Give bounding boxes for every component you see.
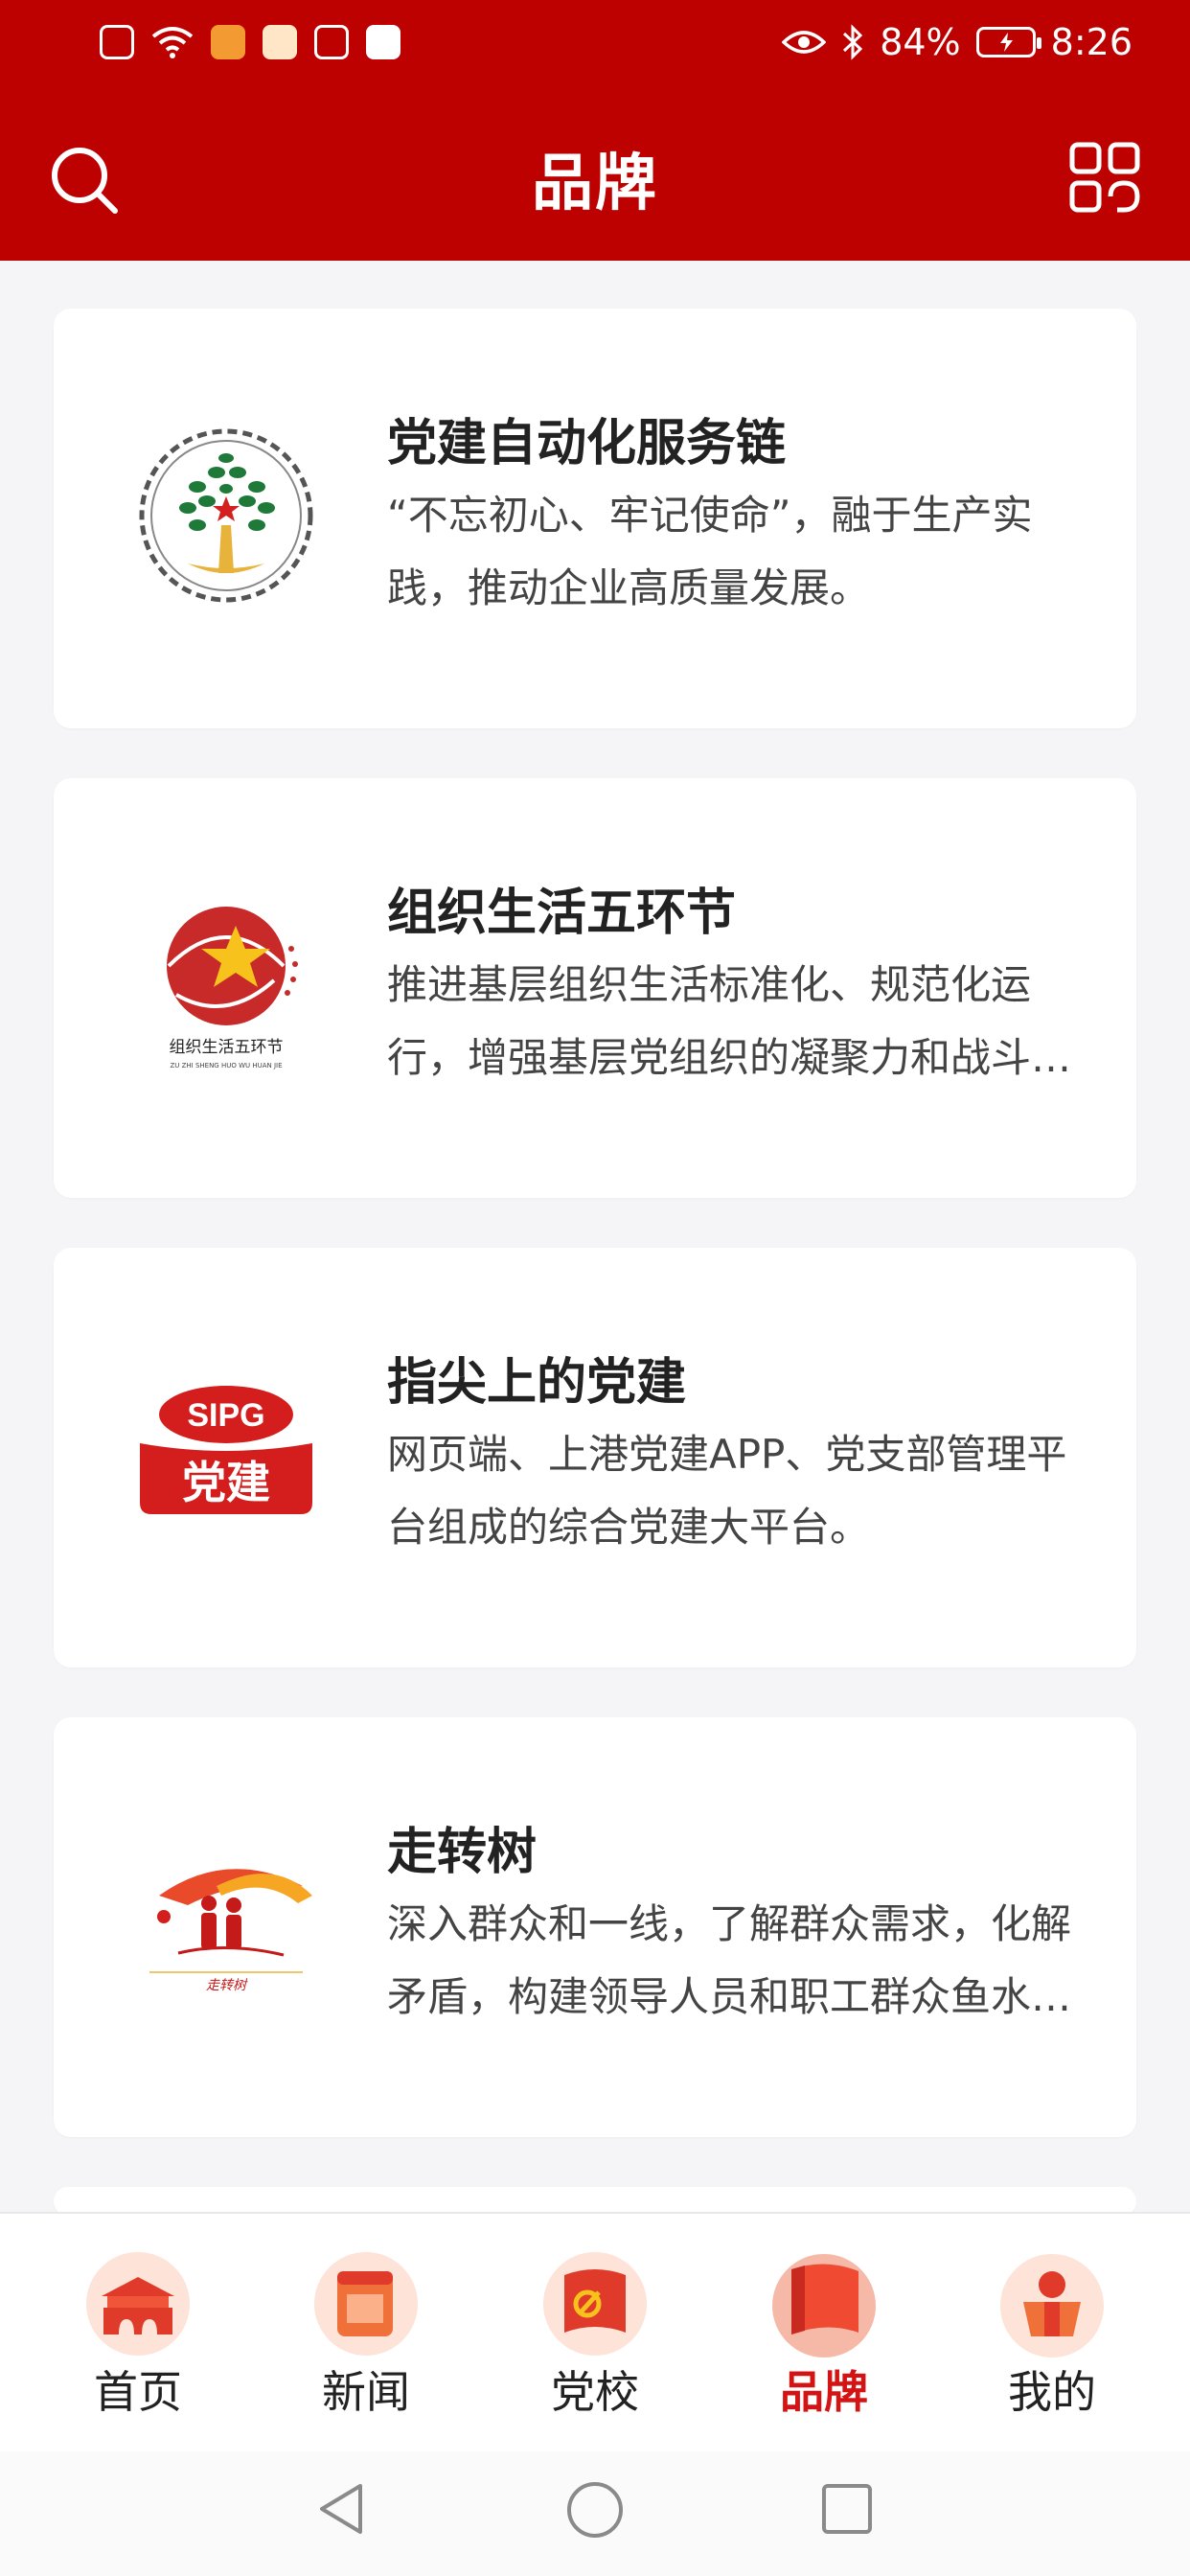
brand-card[interactable]: 走转树 走转树 深入群众和一线，了解群众需求，化解矛盾，构建领导人员和职工群众鱼… — [54, 1717, 1136, 2137]
logo-sipg-text: SIPG — [187, 1397, 264, 1434]
tab-party-school[interactable]: 党校 — [476, 2214, 714, 2453]
profile-icon — [1000, 2254, 1104, 2358]
battery-icon — [975, 27, 1041, 58]
tab-label: 新闻 — [322, 2366, 410, 2418]
eye-icon — [782, 31, 827, 54]
party-flag-icon — [543, 2252, 647, 2356]
tree-gear-logo-icon — [139, 428, 313, 603]
tab-label: 品牌 — [780, 2366, 868, 2418]
page-title: 品牌 — [532, 149, 658, 219]
tab-mine[interactable]: 我的 — [933, 2214, 1171, 2453]
clock: 8:26 — [1050, 21, 1133, 63]
zouzhuanshu-logo-icon: 走转树 — [149, 1869, 312, 1993]
logo-subtext: ZU ZHI SHENG HUO WU HUAN JIE — [170, 1062, 282, 1070]
tab-label: 我的 — [1008, 2366, 1096, 2418]
logo-dangjian-text: 党建 — [182, 1457, 270, 1508]
card-title: 走转树 — [387, 1824, 538, 1881]
video-app-icon — [211, 25, 245, 59]
status-icons-left — [100, 25, 400, 59]
brand-list: 党建自动化服务链 “不忘初心、牢记使命”，融于生产实践，推动企业高质量发展。 组… — [54, 309, 1136, 2266]
battery-percent: 84% — [880, 21, 961, 63]
logo-text: 组织生活五环节 — [170, 1038, 284, 1057]
card-title: 指尖上的党建 — [387, 1354, 687, 1412]
sim-alert-icon — [100, 25, 134, 59]
system-nav-bar — [0, 2451, 1190, 2576]
card-description: 深入群众和一线，了解群众需求，化解矛盾，构建领导人员和职工群众鱼水关系。 — [387, 1900, 1072, 2020]
back-nav-icon[interactable] — [312, 2480, 370, 2538]
status-icons-right: 84% 8:26 — [782, 21, 1133, 63]
brand-card[interactable]: 党建自动化服务链 “不忘初心、牢记使命”，融于生产实践，推动企业高质量发展。 — [54, 309, 1136, 728]
tiananmen-icon — [86, 2252, 190, 2356]
card-description: 推进基层组织生活标准化、规范化运行，增强基层党组织的凝聚力和战斗力。 — [387, 961, 1032, 1081]
tab-label: 党校 — [551, 2366, 639, 2418]
logo-text: 走转树 — [206, 1978, 248, 1993]
bottom-tab-bar: 首页 新闻 党校 品牌 我的 — [0, 2212, 1190, 2453]
home-nav-icon[interactable] — [565, 2480, 625, 2540]
recents-nav-icon[interactable] — [818, 2480, 876, 2538]
card-description: 网页端、上港党建APP、党支部管理平台组成的综合党建大平台。 — [387, 1431, 1067, 1551]
brand-card[interactable]: SIPG 党建 指尖上的党建 网页端、上港党建APP、党支部管理平台组成的综合党… — [54, 1248, 1136, 1668]
calendar-news-icon — [314, 2252, 418, 2356]
bluetooth-icon — [843, 24, 863, 60]
tab-label: 首页 — [94, 2366, 182, 2418]
card-title: 党建自动化服务链 — [387, 415, 787, 472]
card-title: 组织生活五环节 — [387, 885, 737, 942]
five-rings-logo-icon: 组织生活五环节 ZU ZHI SHENG HUO WU HUAN JIE — [167, 907, 298, 1070]
brand-card[interactable]: 组织生活五环节 ZU ZHI SHENG HUO WU HUAN JIE 组织生… — [54, 778, 1136, 1198]
book-app-icon — [366, 25, 400, 59]
tab-home[interactable]: 首页 — [19, 2214, 257, 2453]
tab-brand[interactable]: 品牌 — [705, 2214, 943, 2453]
grid-menu-icon[interactable] — [1069, 142, 1140, 213]
sipg-party-logo-icon: SIPG 党建 — [140, 1386, 312, 1514]
top-bar: 84% 8:26 品牌 — [0, 0, 1190, 261]
brand-flag-icon — [772, 2254, 876, 2358]
message-app-icon — [263, 25, 297, 59]
wifi-icon — [151, 27, 194, 58]
tab-news[interactable]: 新闻 — [247, 2214, 485, 2453]
upload-icon — [314, 25, 349, 59]
status-bar: 84% 8:26 — [0, 0, 1190, 96]
card-description: “不忘初心、牢记使命”，融于生产实践，推动企业高质量发展。 — [387, 492, 1033, 611]
